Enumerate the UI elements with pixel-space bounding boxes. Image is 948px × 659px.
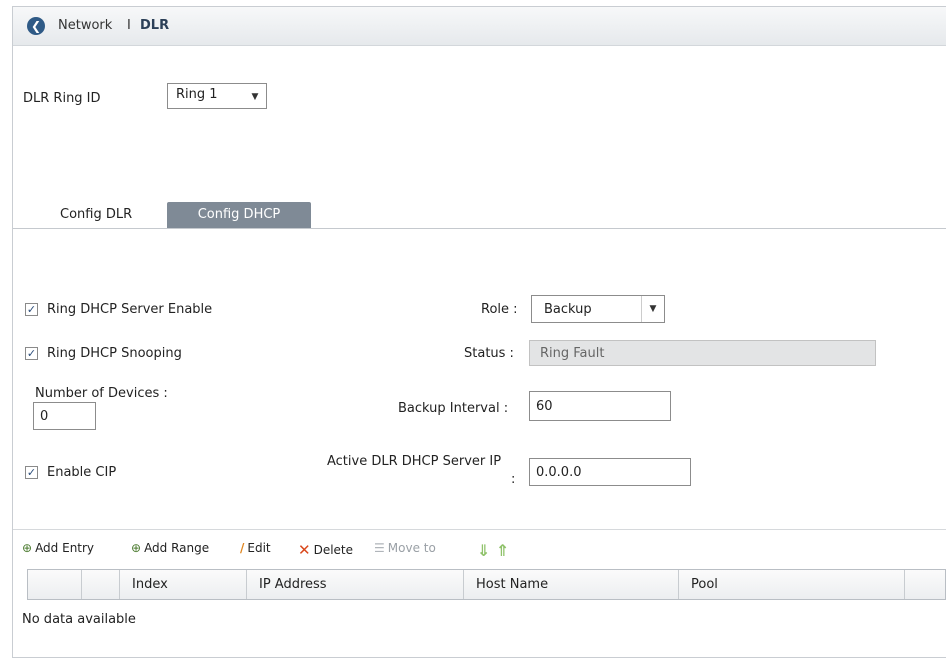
add-range-label: Add Range: [144, 541, 210, 555]
add-range-icon: ⊕: [131, 541, 142, 555]
ring-id-select[interactable]: Ring 1 ▼: [167, 83, 267, 109]
column-extra: [905, 570, 945, 599]
edit-button[interactable]: / Edit: [240, 541, 271, 555]
backup-interval-input[interactable]: 60: [529, 391, 671, 421]
backup-interval-label: Backup Interval :: [398, 401, 509, 416]
add-entry-icon: ⊕: [22, 541, 33, 555]
table-header: Index IP Address Host Name Pool: [27, 569, 946, 600]
server-enable-label: Ring DHCP Server Enable: [47, 302, 213, 317]
tab-config-dlr[interactable]: Config DLR: [60, 207, 132, 222]
server-enable-checkbox[interactable]: ✓: [25, 303, 38, 316]
column-ip-address[interactable]: IP Address: [247, 570, 464, 599]
status-value: Ring Fault: [540, 345, 605, 361]
chevron-down-icon: ▼: [251, 92, 259, 102]
ring-id-label: DLR Ring ID: [23, 91, 101, 106]
status-label: Status :: [464, 346, 514, 361]
active-ip-value: 0.0.0.0: [536, 464, 582, 480]
backup-interval-value: 60: [536, 398, 553, 414]
enable-cip-checkbox[interactable]: ✓: [25, 466, 38, 479]
active-ip-input[interactable]: 0.0.0.0: [529, 458, 691, 486]
column-pool[interactable]: Pool: [679, 570, 905, 599]
delete-button[interactable]: ✕ Delete: [298, 541, 353, 559]
row-marker-column: [82, 570, 120, 599]
tab-divider: [13, 228, 946, 229]
role-select[interactable]: Backup ▼: [531, 295, 665, 323]
delete-label: Delete: [313, 543, 354, 557]
add-range-button[interactable]: ⊕ Add Range: [131, 541, 209, 555]
chevron-down-icon: ▼: [641, 296, 664, 322]
ring-id-value: Ring 1: [176, 87, 218, 102]
enable-cip-label: Enable CIP: [47, 465, 117, 480]
empty-table-message: No data available: [22, 612, 136, 627]
edit-label: Edit: [247, 541, 271, 555]
arrow-down-icon: ⇓: [477, 541, 491, 560]
snooping-checkbox[interactable]: ✓: [25, 347, 38, 360]
breadcrumb-network[interactable]: Network: [58, 17, 112, 35]
move-to-icon: ☰: [374, 541, 385, 555]
move-up-button[interactable]: ⇑: [496, 541, 509, 560]
pencil-icon: /: [240, 541, 245, 555]
column-index[interactable]: Index: [120, 570, 247, 599]
move-to-button[interactable]: ☰ Move to: [374, 541, 436, 555]
move-to-label: Move to: [387, 541, 436, 555]
snooping-label: Ring DHCP Snooping: [47, 346, 182, 361]
role-label: Role :: [481, 302, 518, 317]
active-ip-label: Active DLR DHCP Server IP: [327, 454, 502, 469]
move-down-button[interactable]: ⇓: [477, 541, 490, 560]
devices-value: 0: [40, 408, 49, 424]
select-all-column[interactable]: [28, 570, 82, 599]
back-icon[interactable]: ❮: [27, 17, 45, 35]
add-entry-label: Add Entry: [35, 541, 95, 555]
delete-x-icon: ✕: [298, 541, 311, 559]
devices-label: Number of Devices :: [35, 386, 168, 401]
page-title: DLR: [140, 18, 170, 33]
active-ip-label-colon: :: [511, 472, 516, 487]
breadcrumb-separator: I: [127, 18, 131, 33]
status-field: Ring Fault: [529, 340, 876, 366]
add-entry-button[interactable]: ⊕ Add Entry: [22, 541, 94, 555]
column-host-name[interactable]: Host Name: [464, 570, 679, 599]
role-value: Backup: [544, 302, 592, 317]
tab-config-dhcp[interactable]: Config DHCP: [167, 202, 311, 228]
arrow-up-icon: ⇑: [496, 541, 510, 560]
devices-input[interactable]: 0: [33, 402, 96, 430]
